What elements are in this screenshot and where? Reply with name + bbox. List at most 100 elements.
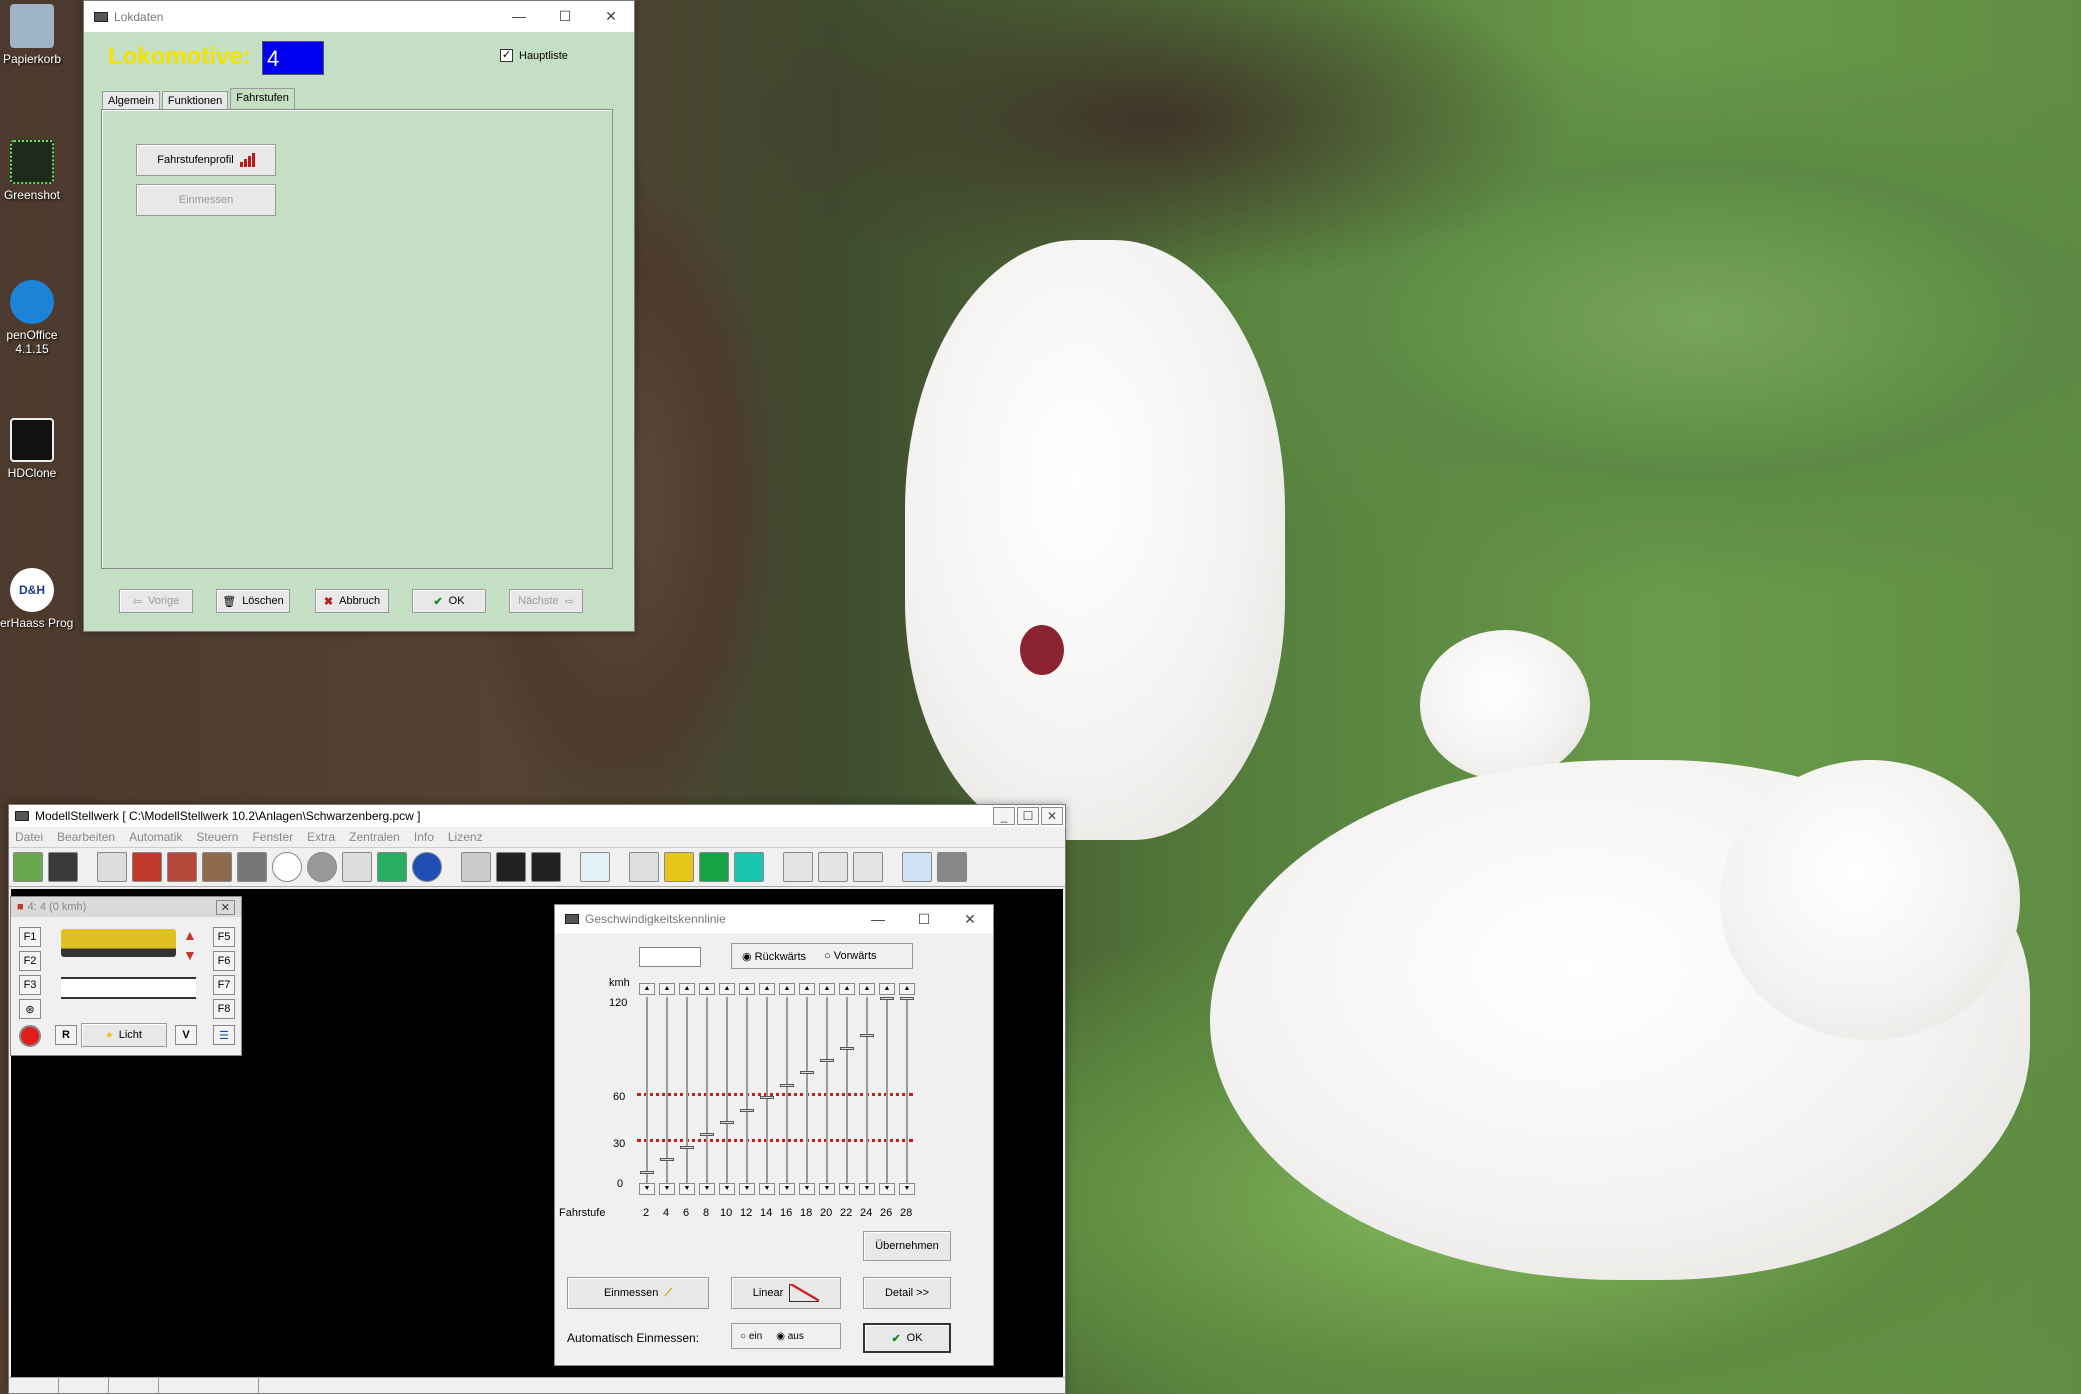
- radio-ein[interactable]: ○ ein: [740, 1331, 762, 1342]
- slider-knob[interactable]: [640, 1170, 654, 1174]
- slider-track[interactable]: [646, 997, 648, 1189]
- slider-knob[interactable]: [780, 1083, 794, 1087]
- speed-step-slider[interactable]: ▲ ▼: [699, 983, 715, 1197]
- menu-zentralen[interactable]: Zentralen: [349, 830, 400, 844]
- licht-button[interactable]: ● Licht: [81, 1023, 167, 1047]
- tab-funktionen[interactable]: Funktionen: [161, 91, 229, 110]
- arrow-down-icon[interactable]: ▼: [183, 947, 197, 963]
- tab-algemein[interactable]: Algemein: [102, 91, 160, 110]
- menu-steuern[interactable]: Steuern: [196, 830, 238, 844]
- slider-up-icon[interactable]: ▲: [639, 983, 655, 995]
- slider-up-icon[interactable]: ▲: [819, 983, 835, 995]
- f1-button[interactable]: F1: [19, 927, 41, 947]
- speed-step-slider[interactable]: ▲ ▼: [739, 983, 755, 1197]
- display-icon[interactable]: [237, 852, 267, 882]
- signal-green-icon[interactable]: [531, 852, 561, 882]
- info-icon[interactable]: [412, 852, 442, 882]
- value-field[interactable]: [639, 947, 701, 967]
- slider-track[interactable]: [886, 997, 888, 1189]
- slider-track[interactable]: [806, 997, 808, 1189]
- menu-datei[interactable]: Datei: [15, 830, 43, 844]
- slider-up-icon[interactable]: ▲: [719, 983, 735, 995]
- grid-icon[interactable]: [377, 852, 407, 882]
- slider-down-icon[interactable]: ▼: [739, 1183, 755, 1195]
- ok-button[interactable]: ✔ OK: [412, 589, 486, 613]
- slider-up-icon[interactable]: ▲: [659, 983, 675, 995]
- menu-automatik[interactable]: Automatik: [129, 830, 182, 844]
- menu-info[interactable]: Info: [414, 830, 434, 844]
- slider-knob[interactable]: [680, 1145, 694, 1149]
- slider-track[interactable]: [866, 997, 868, 1189]
- slider-up-icon[interactable]: ▲: [879, 983, 895, 995]
- close-icon[interactable]: ✕: [1041, 807, 1063, 825]
- slider-track[interactable]: [686, 997, 688, 1189]
- save-icon[interactable]: [48, 852, 78, 882]
- search-icon[interactable]: [902, 852, 932, 882]
- ok-button[interactable]: ✔ OK: [863, 1323, 951, 1353]
- v-button[interactable]: V: [175, 1025, 197, 1045]
- minimize-icon[interactable]: —: [496, 1, 542, 32]
- chip-icon[interactable]: [699, 852, 729, 882]
- f8-button[interactable]: F8: [213, 999, 235, 1019]
- list-icon[interactable]: ☰: [213, 1025, 235, 1045]
- slider-down-icon[interactable]: ▼: [659, 1183, 675, 1195]
- loeschen-button[interactable]: 🗑 Löschen: [216, 589, 290, 613]
- slider-track[interactable]: [766, 997, 768, 1189]
- slider-down-icon[interactable]: ▼: [839, 1183, 855, 1195]
- dh-icon[interactable]: D&H hlerHaass Prog: [0, 568, 74, 630]
- hdclone-icon[interactable]: HDClone: [0, 418, 74, 480]
- slider-down-icon[interactable]: ▼: [799, 1183, 815, 1195]
- slider-track[interactable]: [726, 997, 728, 1189]
- close-icon[interactable]: ✕: [215, 899, 235, 915]
- detail-button[interactable]: Detail >>: [863, 1277, 951, 1309]
- slider-down-icon[interactable]: ▼: [859, 1183, 875, 1195]
- slider-down-icon[interactable]: ▼: [879, 1183, 895, 1195]
- slider-knob[interactable]: [740, 1108, 754, 1112]
- menu-lizenz[interactable]: Lizenz: [448, 830, 483, 844]
- einmessen-button[interactable]: Einmessen ⟋: [567, 1277, 709, 1309]
- stop-icon[interactable]: [19, 1025, 41, 1047]
- f2-button[interactable]: F2: [19, 951, 41, 971]
- recycle-bin-icon[interactable]: Papierkorb: [0, 4, 74, 66]
- maximize-icon[interactable]: ☐: [901, 904, 947, 935]
- slider-knob[interactable]: [700, 1133, 714, 1137]
- greenshot-icon[interactable]: Greenshot: [0, 140, 74, 202]
- hauptliste-checkbox[interactable]: ✓ Hauptliste: [500, 49, 568, 62]
- speed-step-slider[interactable]: ▲ ▼: [859, 983, 875, 1197]
- slider-track[interactable]: [706, 997, 708, 1189]
- close-icon[interactable]: ✕: [947, 904, 993, 935]
- tab-fahrstufen[interactable]: Fahrstufen: [230, 88, 295, 110]
- speed-step-slider[interactable]: ▲ ▼: [679, 983, 695, 1197]
- turntable-icon[interactable]: [307, 852, 337, 882]
- slider-knob[interactable]: [720, 1121, 734, 1124]
- slider-track[interactable]: [906, 997, 908, 1189]
- f7-button[interactable]: F7: [213, 975, 235, 995]
- loco-number-field[interactable]: 4: [262, 41, 324, 75]
- slider-down-icon[interactable]: ▼: [719, 1183, 735, 1195]
- output-icon[interactable]: [818, 852, 848, 882]
- naechste-button[interactable]: Nächste ⇨: [509, 589, 583, 613]
- f3-button[interactable]: F3: [19, 975, 41, 995]
- slider-up-icon[interactable]: ▲: [759, 983, 775, 995]
- f6-button[interactable]: F6: [213, 951, 235, 971]
- sound-icon[interactable]: [342, 852, 372, 882]
- fahrstufenprofil-button[interactable]: Fahrstufenprofil: [136, 144, 276, 176]
- wifi-icon[interactable]: [580, 852, 610, 882]
- train-icon[interactable]: [167, 852, 197, 882]
- speed-step-slider[interactable]: ▲ ▼: [779, 983, 795, 1197]
- uebernehmen-button[interactable]: Übernehmen: [863, 1231, 951, 1261]
- speed-step-slider[interactable]: ▲ ▼: [659, 983, 675, 1197]
- maximize-icon[interactable]: ☐: [542, 1, 588, 32]
- radio-aus[interactable]: ◉ aus: [776, 1331, 804, 1342]
- slider-track[interactable]: [846, 997, 848, 1189]
- abbruch-button[interactable]: ✖ Abbruch: [315, 589, 389, 613]
- slider-up-icon[interactable]: ▲: [899, 983, 915, 995]
- r-button[interactable]: R: [55, 1025, 77, 1045]
- speaker-icon[interactable]: [629, 852, 659, 882]
- speed-step-slider[interactable]: ▲ ▼: [799, 983, 815, 1197]
- slider-knob[interactable]: [800, 1071, 814, 1075]
- slider-up-icon[interactable]: ▲: [839, 983, 855, 995]
- einmessen-button[interactable]: Einmessen: [136, 184, 276, 216]
- speed-step-slider[interactable]: ▲ ▼: [759, 983, 775, 1197]
- slider-down-icon[interactable]: ▼: [639, 1183, 655, 1195]
